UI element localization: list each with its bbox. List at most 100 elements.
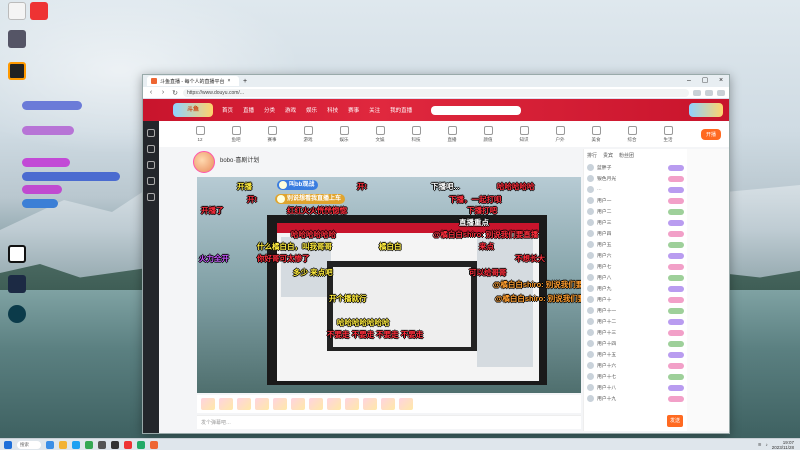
gift-item[interactable]	[273, 398, 287, 410]
tab-vip[interactable]: 贵宾	[603, 152, 613, 159]
gift-item[interactable]	[309, 398, 323, 410]
gift-item[interactable]	[201, 398, 215, 410]
category-item[interactable]: 美食	[585, 125, 607, 143]
nav-item[interactable]: 科技	[326, 106, 339, 114]
browser-tab[interactable]: 斗鱼直播 - 每个人的直播平台 ×	[147, 76, 239, 86]
rank-row[interactable]: 用户十八	[584, 382, 687, 393]
rank-row[interactable]: 用户六	[584, 250, 687, 261]
desktop-icon-app2[interactable]	[2, 275, 32, 294]
category-item[interactable]: 鱼吧	[225, 125, 247, 143]
douyu-logo[interactable]: 斗鱼	[173, 103, 213, 117]
volume-icon[interactable]: ♪	[766, 442, 768, 447]
tab-rank[interactable]: 排行	[587, 152, 597, 159]
category-item[interactable]: 游戏	[297, 125, 319, 143]
category-item[interactable]: 户外	[549, 125, 571, 143]
rank-row[interactable]: 用户五	[584, 239, 687, 250]
rank-row[interactable]: 用户十二	[584, 316, 687, 327]
category-item[interactable]: 娱乐	[333, 125, 355, 143]
app-icon[interactable]	[85, 440, 93, 449]
maximize-icon[interactable]: ▢	[697, 75, 713, 87]
nav-item[interactable]: 我的直播	[389, 106, 413, 114]
tab-fans[interactable]: 粉丝团	[619, 152, 634, 159]
history-icon[interactable]	[147, 161, 155, 169]
menu-icon[interactable]	[717, 89, 725, 96]
category-item[interactable]: 综合	[621, 125, 643, 143]
streamer-name[interactable]: bobo·喜剧计划	[220, 155, 259, 164]
gift-item[interactable]	[345, 398, 359, 410]
extension-icon[interactable]	[705, 89, 713, 96]
rank-row[interactable]: 用户三	[584, 217, 687, 228]
start-icon[interactable]	[4, 440, 12, 449]
wechat-icon[interactable]	[137, 440, 145, 449]
nav-item[interactable]: 首页	[221, 106, 234, 114]
edge-icon[interactable]	[72, 440, 80, 449]
gift-item[interactable]	[237, 398, 251, 410]
gift-item[interactable]	[255, 398, 269, 410]
send-button[interactable]: 发送	[667, 415, 683, 427]
danmaku-input[interactable]: 发个弹幕吧…	[197, 415, 581, 429]
address-input[interactable]: https://www.douyu.com/...	[183, 88, 689, 97]
rank-row[interactable]: 用户十七	[584, 371, 687, 382]
douyu-taskbar-icon[interactable]	[150, 440, 158, 449]
clock[interactable]: 19:07 2023/11/28	[772, 440, 794, 450]
steam-icon[interactable]	[98, 440, 106, 449]
nav-item[interactable]: 娱乐	[305, 106, 318, 114]
gift-item[interactable]	[291, 398, 305, 410]
site-search-input[interactable]	[431, 105, 522, 115]
new-tab-icon[interactable]: +	[239, 78, 247, 85]
gift-item[interactable]	[327, 398, 341, 410]
home-icon[interactable]	[147, 129, 155, 137]
video-player[interactable]: 开播 叫bb观战 开! 下播吧... 哈哈哈哈哈 别说想看我直播上车 开! 下播…	[197, 177, 581, 393]
task-view-icon[interactable]	[46, 440, 54, 449]
minimize-icon[interactable]: –	[681, 75, 697, 87]
category-item[interactable]: 颜值	[477, 125, 499, 143]
category-item[interactable]: 12	[189, 126, 211, 142]
rank-row[interactable]: 银色月光	[584, 173, 687, 184]
nav-item[interactable]: 赛事	[347, 106, 360, 114]
desktop-icon-game[interactable]	[2, 30, 32, 49]
nav-item[interactable]: 关注	[368, 106, 381, 114]
rank-row[interactable]: 用户十一	[584, 305, 687, 316]
category-item[interactable]: 生活	[657, 125, 679, 143]
gift-item[interactable]	[399, 398, 413, 410]
desktop-icon-app[interactable]	[2, 62, 32, 81]
rank-row[interactable]: 用户十	[584, 294, 687, 305]
wifi-icon[interactable]: ≋	[758, 442, 762, 448]
rank-row[interactable]: 用户一	[584, 195, 687, 206]
app-icon[interactable]	[124, 440, 132, 449]
back-icon[interactable]: ‹	[147, 89, 155, 96]
desktop-icon-app3[interactable]	[2, 305, 32, 324]
app-icon[interactable]	[111, 440, 119, 449]
promo-banner[interactable]	[689, 103, 723, 117]
rank-row[interactable]: …	[584, 184, 687, 195]
extension-icon[interactable]	[693, 89, 701, 96]
desktop-icon-wps[interactable]	[24, 2, 54, 21]
rank-row[interactable]: 用户七	[584, 261, 687, 272]
refresh-icon[interactable]: ↻	[171, 89, 179, 97]
nav-item[interactable]: 分类	[263, 106, 276, 114]
gift-item[interactable]	[381, 398, 395, 410]
desktop-icon-qr[interactable]	[2, 245, 32, 264]
rank-row[interactable]: 用户十五	[584, 349, 687, 360]
gift-item[interactable]	[363, 398, 377, 410]
rank-row[interactable]: 用户四	[584, 228, 687, 239]
category-icon[interactable]	[147, 177, 155, 185]
streamer-avatar[interactable]	[193, 151, 215, 173]
rank-row[interactable]: 用户十四	[584, 338, 687, 349]
rank-row[interactable]: 用户十三	[584, 327, 687, 338]
rank-row[interactable]: 用户二	[584, 206, 687, 217]
close-tab-icon[interactable]: ×	[227, 78, 230, 84]
close-window-icon[interactable]: ×	[713, 75, 729, 87]
rank-row[interactable]: 用户八	[584, 272, 687, 283]
rank-row[interactable]: 用户九	[584, 283, 687, 294]
nav-item[interactable]: 直播	[242, 106, 255, 114]
message-icon[interactable]	[147, 193, 155, 201]
start-stream-button[interactable]: 开播	[700, 128, 721, 140]
category-item[interactable]: 文娱	[369, 125, 391, 143]
rank-row[interactable]: 蓝胖子	[584, 162, 687, 173]
nav-item[interactable]: 游戏	[284, 106, 297, 114]
forward-icon[interactable]: ›	[159, 89, 167, 96]
browser-window[interactable]: 斗鱼直播 - 每个人的直播平台 × + – ▢ × ‹ › ↻ https://…	[142, 74, 730, 434]
category-item[interactable]: 赛事	[261, 125, 283, 143]
file-explorer-icon[interactable]	[59, 440, 67, 449]
